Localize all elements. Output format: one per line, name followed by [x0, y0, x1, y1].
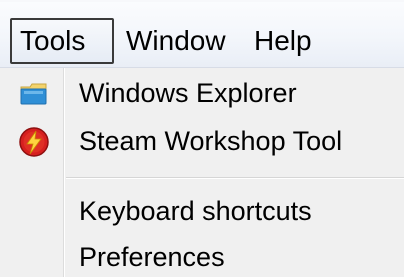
menu-window[interactable]: Window: [118, 18, 236, 64]
menu-item-label: Keyboard shortcuts: [79, 196, 312, 226]
menu-item-steam-workshop-tool[interactable]: Steam Workshop Tool: [0, 118, 404, 164]
menu-tools-label: Tools: [20, 25, 86, 56]
menu-window-label: Window: [126, 25, 226, 56]
menu-bar-top-line: [0, 0, 404, 2]
tools-dropdown-menu: Windows Explorer Steam Workshop Tool Key…: [0, 68, 404, 277]
menu-help-label: Help: [254, 25, 312, 56]
menu-separator-highlight: [66, 178, 404, 179]
folder-icon: [18, 78, 50, 110]
menu-item-preferences[interactable]: Preferences: [0, 234, 404, 280]
menu-help[interactable]: Help: [246, 18, 332, 64]
menu-item-label: Windows Explorer: [79, 78, 297, 108]
menu-item-windows-explorer[interactable]: Windows Explorer: [0, 70, 404, 116]
menu-bar: Tools Window Help: [0, 0, 404, 68]
menu-tools[interactable]: Tools: [10, 18, 114, 64]
menu-item-keyboard-shortcuts[interactable]: Keyboard shortcuts: [0, 188, 404, 234]
menu-item-label: Steam Workshop Tool: [79, 126, 343, 156]
menu-item-label: Preferences: [79, 242, 225, 272]
workshop-tool-icon: [18, 126, 50, 158]
